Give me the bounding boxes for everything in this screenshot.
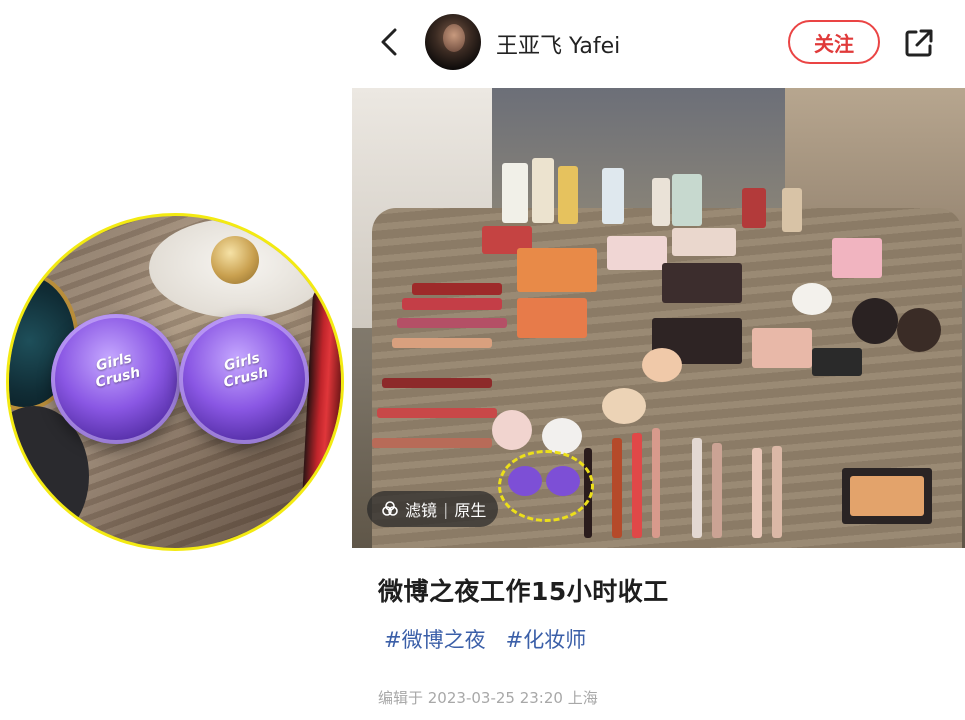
photo-product bbox=[392, 338, 492, 348]
photo-product bbox=[612, 438, 622, 538]
photo-product bbox=[642, 348, 682, 382]
photo-product bbox=[377, 408, 497, 418]
post-detail-screen: 王亚飞 Yafei 关注 滤镜 | 原生 微博之夜工作15小时收工 #微博之夜 … bbox=[352, 0, 965, 720]
hashtag-link[interactable]: #化妆师 bbox=[506, 624, 587, 654]
back-icon[interactable] bbox=[377, 26, 403, 58]
post-header: 王亚飞 Yafei 关注 bbox=[352, 0, 965, 88]
photo-product bbox=[632, 433, 642, 538]
photo-product bbox=[752, 448, 762, 538]
edited-timestamp: 编辑于 2023-03-25 23:20 上海 bbox=[378, 689, 598, 707]
photo-product bbox=[742, 188, 766, 228]
photo-product bbox=[832, 238, 882, 278]
username[interactable]: 王亚飞 Yafei bbox=[496, 28, 620, 60]
zoom-purple-jar: Girls Crush bbox=[179, 314, 309, 444]
zoom-gold-jar bbox=[211, 236, 259, 284]
avatar[interactable] bbox=[425, 14, 481, 70]
filter-chip[interactable]: 滤镜 | 原生 bbox=[367, 491, 499, 527]
photo-product bbox=[652, 178, 670, 226]
photo-product bbox=[517, 298, 587, 338]
photo-product bbox=[812, 348, 862, 376]
photo-product bbox=[602, 388, 646, 424]
filter-label: 滤镜 bbox=[405, 501, 438, 520]
photo-product bbox=[397, 318, 507, 328]
post-title: 微博之夜工作15小时收工 bbox=[378, 577, 669, 606]
photo-product bbox=[532, 158, 554, 223]
photo-product bbox=[692, 438, 702, 538]
photo-product bbox=[752, 328, 812, 368]
photo-product bbox=[558, 166, 578, 224]
photo-product bbox=[672, 174, 702, 226]
photo-product bbox=[852, 298, 898, 344]
photo-product bbox=[412, 283, 502, 295]
photo-product bbox=[672, 228, 736, 256]
follow-button[interactable]: 关注 bbox=[788, 20, 880, 64]
photo-product bbox=[607, 236, 667, 270]
avatar-face bbox=[443, 24, 465, 52]
filter-value: 原生 bbox=[454, 501, 487, 520]
jar-label: Girls Crush bbox=[93, 350, 142, 392]
photo-product bbox=[517, 248, 597, 292]
photo-product bbox=[772, 446, 782, 538]
photo-product bbox=[542, 418, 582, 454]
photo-product bbox=[402, 298, 502, 310]
post-photo[interactable]: 滤镜 | 原生 bbox=[352, 88, 965, 548]
photo-product bbox=[792, 283, 832, 315]
photo-product bbox=[492, 410, 532, 450]
share-icon[interactable] bbox=[902, 26, 936, 60]
photo-product bbox=[372, 438, 492, 448]
post-tags: #微博之夜 #化妆师 bbox=[384, 624, 586, 654]
zoom-detail-image: Girls Crush Girls Crush bbox=[6, 213, 344, 551]
photo-product bbox=[602, 168, 624, 224]
filter-icon bbox=[382, 501, 398, 516]
zoom-purple-jar: Girls Crush bbox=[51, 314, 181, 444]
filter-separator: | bbox=[443, 499, 449, 519]
hashtag-link[interactable]: #微博之夜 bbox=[384, 624, 486, 654]
photo-product bbox=[662, 263, 742, 303]
highlight-circle bbox=[498, 450, 594, 522]
photo-product bbox=[782, 188, 802, 232]
photo-product bbox=[502, 163, 528, 223]
jar-label: Girls Crush bbox=[221, 350, 270, 392]
photo-product bbox=[897, 308, 941, 352]
photo-product bbox=[382, 378, 492, 388]
photo-product bbox=[850, 476, 924, 516]
photo-product bbox=[652, 428, 660, 538]
photo-product bbox=[712, 443, 722, 538]
